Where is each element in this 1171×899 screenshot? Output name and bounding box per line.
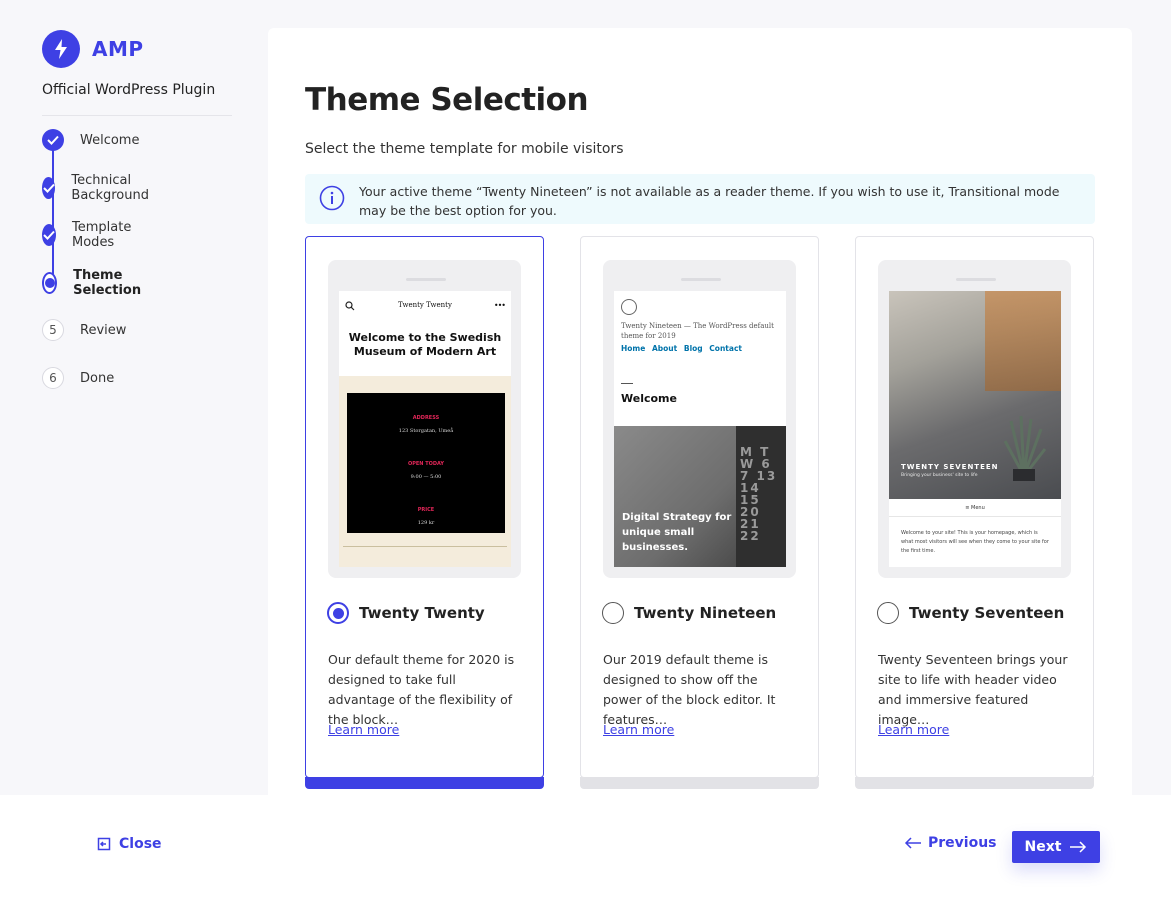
preview-screen: TWENTY SEVENTEEN Bringing your business'… bbox=[889, 291, 1061, 567]
close-label: Close bbox=[119, 836, 162, 852]
theme-description: Twenty Seventeen brings your site to lif… bbox=[878, 652, 1068, 727]
brand-name: AMP bbox=[92, 37, 144, 61]
main-panel: Theme Selection Select the theme templat… bbox=[268, 28, 1132, 818]
theme-preview: TWENTY SEVENTEEN Bringing your business'… bbox=[878, 260, 1071, 578]
info-notice: Your active theme “Twenty Nineteen” is n… bbox=[305, 174, 1095, 224]
page-title: Theme Selection bbox=[305, 82, 589, 118]
preview-nav: Home About Blog Contact bbox=[621, 344, 746, 353]
theme-preview: Twenty Twenty ••• Welcome to the Swedish… bbox=[328, 260, 521, 578]
previous-button[interactable]: Previous bbox=[904, 835, 997, 851]
preview-image: TWENTY SEVENTEEN Bringing your business'… bbox=[889, 291, 1061, 499]
card-bar bbox=[855, 777, 1094, 789]
info-icon bbox=[319, 185, 345, 211]
next-button[interactable]: Next bbox=[1012, 831, 1100, 863]
preview-screen: Twenty Twenty ••• Welcome to the Swedish… bbox=[339, 291, 511, 567]
previous-label: Previous bbox=[928, 835, 997, 851]
page-subtitle: Select the theme template for mobile vis… bbox=[305, 141, 624, 157]
preview-nav-item: Blog bbox=[683, 344, 703, 353]
preview-label: OPEN TODAY bbox=[407, 461, 445, 467]
card-selected-bar bbox=[305, 777, 544, 789]
brand-subtitle: Official WordPress Plugin bbox=[42, 82, 216, 98]
step-technical-background: Technical Background bbox=[42, 173, 158, 203]
next-label: Next bbox=[1024, 839, 1062, 855]
theme-preview: Twenty Nineteen — The WordPress default … bbox=[603, 260, 796, 578]
theme-radio-row[interactable]: Twenty Seventeen bbox=[877, 602, 1064, 624]
preview-nav-item: Contact bbox=[709, 344, 742, 353]
step-welcome: Welcome bbox=[42, 128, 139, 152]
wizard-sidebar: AMP Official WordPress Plugin Welcome Te… bbox=[0, 0, 268, 795]
phone-notch bbox=[681, 278, 721, 281]
preview-value: 129 kr bbox=[417, 520, 435, 526]
arrow-right-icon bbox=[1070, 841, 1087, 853]
theme-radio-row[interactable]: Twenty Twenty bbox=[327, 602, 485, 624]
step-theme-selection: Theme Selection bbox=[42, 268, 148, 298]
phone-notch bbox=[406, 278, 446, 281]
preview-calendar: M T W 6 7 13 14 15 20 21 22 bbox=[736, 426, 786, 567]
step-review: 5 Review bbox=[42, 318, 126, 342]
learn-more-link[interactable]: Learn more bbox=[328, 722, 399, 737]
divider bbox=[343, 546, 507, 547]
preview-text: Welcome to your site! This is your homep… bbox=[901, 530, 1049, 554]
preview-nav-item: About bbox=[651, 344, 678, 353]
theme-card-twenty-seventeen[interactable]: TWENTY SEVENTEEN Bringing your business'… bbox=[855, 236, 1094, 789]
theme-name: Twenty Twenty bbox=[359, 604, 485, 622]
preview-heading: Welcome to the Swedish Museum of Modern … bbox=[348, 331, 502, 358]
step-template-modes: Template Modes bbox=[42, 220, 139, 250]
step-number: 5 bbox=[42, 319, 64, 341]
step-number: 6 bbox=[42, 367, 64, 389]
divider bbox=[621, 383, 633, 384]
preview-image: M T W 6 7 13 14 15 20 21 22 Digital Stra… bbox=[614, 426, 786, 567]
preview-banner: Digital Strategy for unique small busine… bbox=[622, 512, 732, 553]
divider bbox=[42, 115, 232, 116]
preview-brand: Twenty Twenty bbox=[398, 301, 452, 309]
theme-radio-row[interactable]: Twenty Nineteen bbox=[602, 602, 776, 624]
plant-icon bbox=[1003, 415, 1047, 481]
theme-name: Twenty Seventeen bbox=[909, 604, 1065, 622]
menu-icon: ••• bbox=[493, 301, 506, 310]
preview-label: PRICE bbox=[417, 507, 435, 513]
theme-card-twenty-twenty[interactable]: Twenty Twenty ••• Welcome to the Swedish… bbox=[305, 236, 544, 789]
progress-line bbox=[52, 148, 54, 284]
theme-radio[interactable] bbox=[327, 602, 349, 624]
arrow-left-icon bbox=[904, 837, 921, 849]
learn-more-link[interactable]: Learn more bbox=[603, 722, 674, 737]
preview-nav-item: Home bbox=[621, 344, 646, 353]
preview-site-title: Twenty Nineteen — The WordPress default … bbox=[621, 322, 774, 340]
preview-screen: Twenty Nineteen — The WordPress default … bbox=[614, 291, 786, 567]
wordpress-logo-icon bbox=[621, 299, 637, 315]
exit-icon bbox=[97, 837, 111, 851]
theme-name: Twenty Nineteen bbox=[634, 604, 777, 622]
card-bar bbox=[580, 777, 819, 789]
step-label: Template Modes bbox=[72, 220, 132, 250]
preview-title: TWENTY SEVENTEEN bbox=[901, 463, 999, 471]
theme-card-twenty-nineteen[interactable]: Twenty Nineteen — The WordPress default … bbox=[580, 236, 819, 789]
preview-tagline: Bringing your business' site to life bbox=[901, 473, 978, 478]
step-label: Theme Selection bbox=[73, 268, 142, 298]
step-label: Technical Background bbox=[71, 173, 149, 203]
check-icon bbox=[42, 177, 56, 199]
current-step-icon bbox=[42, 272, 58, 294]
theme-radio[interactable] bbox=[602, 602, 624, 624]
preview-value: 123 Storgatan, Umeå bbox=[398, 428, 454, 434]
step-label: Done bbox=[80, 370, 115, 386]
preview-heading: Welcome bbox=[621, 392, 677, 405]
step-label: Review bbox=[80, 322, 127, 338]
theme-description: Our default theme for 2020 is designed t… bbox=[328, 652, 515, 727]
lightning-bolt-icon bbox=[42, 30, 80, 68]
step-done: 6 Done bbox=[42, 366, 114, 390]
close-button[interactable]: Close bbox=[97, 836, 162, 852]
theme-description: Our 2019 default theme is designed to sh… bbox=[603, 652, 776, 727]
phone-notch bbox=[956, 278, 996, 281]
notice-text: Your active theme “Twenty Nineteen” is n… bbox=[359, 184, 1060, 218]
check-icon bbox=[42, 224, 57, 246]
wizard-footer: Close Previous Next bbox=[0, 795, 1171, 899]
preview-label: ADDRESS bbox=[412, 415, 440, 421]
step-label: Welcome bbox=[80, 132, 140, 148]
theme-radio[interactable] bbox=[877, 602, 899, 624]
learn-more-link[interactable]: Learn more bbox=[878, 722, 949, 737]
brand: AMP bbox=[42, 30, 144, 68]
check-icon bbox=[42, 129, 64, 151]
preview-value: 9:00 — 5:00 bbox=[410, 474, 442, 480]
preview-menu: ≡ Menu bbox=[889, 499, 1061, 517]
